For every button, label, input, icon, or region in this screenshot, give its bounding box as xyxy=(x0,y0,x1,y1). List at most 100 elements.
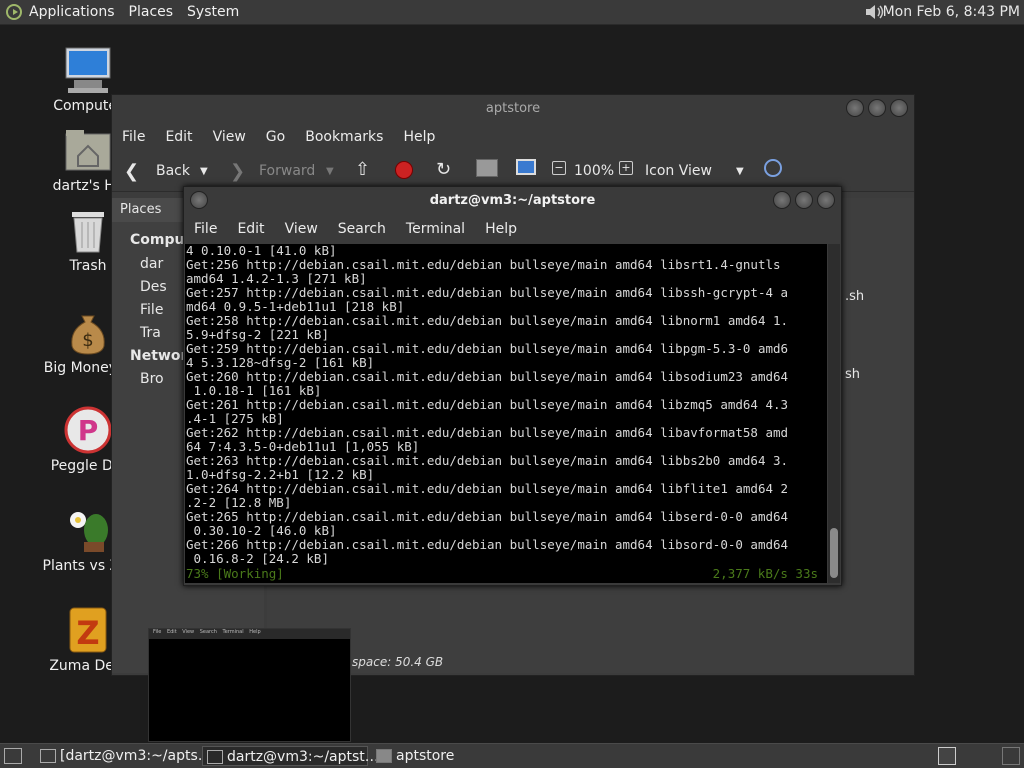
peggle-icon: P xyxy=(64,406,112,454)
maximize-button[interactable] xyxy=(795,191,813,209)
taskbar-item-terminal-1[interactable]: [dartz@vm3:~/apts… xyxy=(36,746,212,766)
window-thumbnail-preview[interactable]: File Edit View Search Terminal Help xyxy=(148,628,351,742)
close-button[interactable] xyxy=(817,191,835,209)
window-menu-button[interactable] xyxy=(190,191,208,209)
terminal-line: Get:260 http://debian.csail.mit.edu/debi… xyxy=(186,369,789,384)
menu-edit[interactable]: Edit xyxy=(227,221,274,237)
system-menu[interactable]: System xyxy=(180,4,246,20)
menu-search[interactable]: Search xyxy=(328,221,396,237)
menu-file[interactable]: File xyxy=(184,221,227,237)
menu-view[interactable]: View xyxy=(275,221,328,237)
taskbar-item-label: dartz@vm3:~/aptst… xyxy=(227,749,379,765)
top-panel: Applications Places System Mon Feb 6, 8:… xyxy=(0,0,1024,25)
up-arrow-icon[interactable]: ⇧ xyxy=(355,159,370,180)
file-manager-menubar: File Edit View Go Bookmarks Help xyxy=(112,123,914,151)
terminal-line: amd64 1.4.2-1.3 [271 kB] xyxy=(186,271,367,286)
taskbar-item-terminal-2[interactable]: dartz@vm3:~/aptst… xyxy=(202,746,379,766)
show-desktop-icon[interactable] xyxy=(4,748,22,764)
progress-status: 73% [Working] xyxy=(186,566,284,581)
thumb-menu-terminal: Terminal xyxy=(222,629,244,635)
svg-text:Z: Z xyxy=(76,614,99,652)
zoom-out-icon[interactable]: − xyxy=(552,161,566,175)
menu-terminal[interactable]: Terminal xyxy=(396,221,475,237)
back-dropdown-icon[interactable]: ▼ xyxy=(200,166,208,177)
applications-menu[interactable]: Applications xyxy=(22,4,122,20)
terminal-line: 0.30.10-2 [46.0 kB] xyxy=(186,523,337,538)
terminal-line: Get:261 http://debian.csail.mit.edu/debi… xyxy=(186,397,789,412)
menu-help[interactable]: Help xyxy=(393,129,445,145)
file-manager-titlebar[interactable]: aptstore xyxy=(112,95,914,123)
sidebar-section-computer: Comput xyxy=(130,232,192,248)
terminal-scrollbar[interactable] xyxy=(828,244,840,583)
window-title: aptstore xyxy=(485,101,541,116)
money-bag-icon: $ xyxy=(64,308,112,356)
sidebar-item-home[interactable]: dar xyxy=(140,256,163,272)
main-menu-logo-icon[interactable] xyxy=(6,4,22,20)
terminal-line: Get:256 http://debian.csail.mit.edu/debi… xyxy=(186,257,781,272)
download-speed: 2,377 kB/s 33s xyxy=(712,566,818,581)
svg-text:P: P xyxy=(78,414,99,447)
terminal-line: 1.0+dfsg-2.2+b1 [12.2 kB] xyxy=(186,467,375,482)
maximize-button[interactable] xyxy=(868,99,886,117)
reload-icon[interactable]: ↻ xyxy=(436,159,451,180)
terminal-line: Get:262 http://debian.csail.mit.edu/debi… xyxy=(186,425,789,440)
back-arrow-icon[interactable]: ❮ xyxy=(124,161,139,182)
terminal-window: dartz@vm3:~/aptstore File Edit View Sear… xyxy=(183,186,842,586)
terminal-line: Get:266 http://debian.csail.mit.edu/debi… xyxy=(186,537,789,552)
terminal-line: 0.16.8-2 [24.2 kB] xyxy=(186,551,329,566)
workspace-switcher-2[interactable] xyxy=(1002,747,1020,765)
taskbar-item-aptstore[interactable]: aptstore xyxy=(372,746,492,766)
view-mode-select[interactable]: Icon View xyxy=(645,163,712,179)
menu-file[interactable]: File xyxy=(112,129,155,145)
menu-view[interactable]: View xyxy=(203,129,256,145)
file-item-sh-2[interactable]: sh xyxy=(845,367,860,382)
workspace-switcher-1[interactable] xyxy=(938,747,956,765)
thumb-menu-view: View xyxy=(182,629,195,635)
terminal-line: Get:265 http://debian.csail.mit.edu/debi… xyxy=(186,509,789,524)
menu-help[interactable]: Help xyxy=(475,221,527,237)
bottom-panel: [dartz@vm3:~/apts… dartz@vm3:~/aptst… ap… xyxy=(0,743,1024,768)
terminal-line: .4-1 [275 kB] xyxy=(186,411,284,426)
window-title: dartz@vm3:~/aptstore xyxy=(429,193,596,208)
thumb-menu-search: Search xyxy=(199,629,217,635)
computer-icon[interactable] xyxy=(516,159,536,175)
sidebar-item-desktop[interactable]: Des xyxy=(140,279,167,295)
taskbar-item-label: [dartz@vm3:~/apts… xyxy=(60,748,212,764)
thumbnail-menubar: File Edit View Search Terminal Help xyxy=(149,629,350,639)
trash-icon xyxy=(64,206,112,254)
terminal-titlebar[interactable]: dartz@vm3:~/aptstore xyxy=(184,187,841,215)
minimize-button[interactable] xyxy=(773,191,791,209)
zoom-in-icon[interactable]: + xyxy=(619,161,633,175)
terminal-output[interactable]: 4 0.10.0-1 [41.0 kB] Get:256 http://debia… xyxy=(185,244,827,583)
taskbar-item-label: aptstore xyxy=(396,748,455,764)
folder-icon xyxy=(376,749,392,763)
menu-go[interactable]: Go xyxy=(256,129,295,145)
close-button[interactable] xyxy=(890,99,908,117)
places-menu[interactable]: Places xyxy=(122,4,181,20)
sidebar-item-trash[interactable]: Tra xyxy=(140,325,161,341)
terminal-lines: 4 0.10.0-1 [41.0 kB] Get:256 http://debia… xyxy=(185,244,827,566)
terminal-line: Get:259 http://debian.csail.mit.edu/debi… xyxy=(186,341,789,356)
terminal-line: md64 0.9.5-1+deb11u1 [218 kB] xyxy=(186,299,405,314)
terminal-line: 64 7:4.3.5-0+deb11u1 [1,055 kB] xyxy=(186,439,420,454)
svg-text:$: $ xyxy=(82,330,93,351)
stop-icon[interactable] xyxy=(395,161,413,179)
sidebar-item-browse-network[interactable]: Bro xyxy=(140,371,164,387)
menu-edit[interactable]: Edit xyxy=(155,129,202,145)
search-icon[interactable] xyxy=(764,159,782,177)
status-bar-free-space: space: 50.4 GB xyxy=(352,655,444,669)
terminal-line: Get:264 http://debian.csail.mit.edu/debi… xyxy=(186,481,789,496)
back-button[interactable]: Back xyxy=(156,163,190,179)
forward-dropdown-icon: ▼ xyxy=(326,166,334,177)
sidebar-item-filesystem[interactable]: File xyxy=(140,302,163,318)
scrollbar-thumb[interactable] xyxy=(830,528,838,578)
file-item-sh-1[interactable]: .sh xyxy=(845,289,864,304)
menu-bookmarks[interactable]: Bookmarks xyxy=(295,129,393,145)
minimize-button[interactable] xyxy=(846,99,864,117)
zoom-level: 100% xyxy=(574,163,615,179)
thumb-menu-edit: Edit xyxy=(166,629,177,635)
plants-icon xyxy=(64,506,112,554)
home-icon[interactable] xyxy=(476,159,498,177)
view-mode-dropdown-icon[interactable]: ▼ xyxy=(736,166,744,177)
clock[interactable]: Mon Feb 6, 8:43 PM xyxy=(883,4,1020,20)
